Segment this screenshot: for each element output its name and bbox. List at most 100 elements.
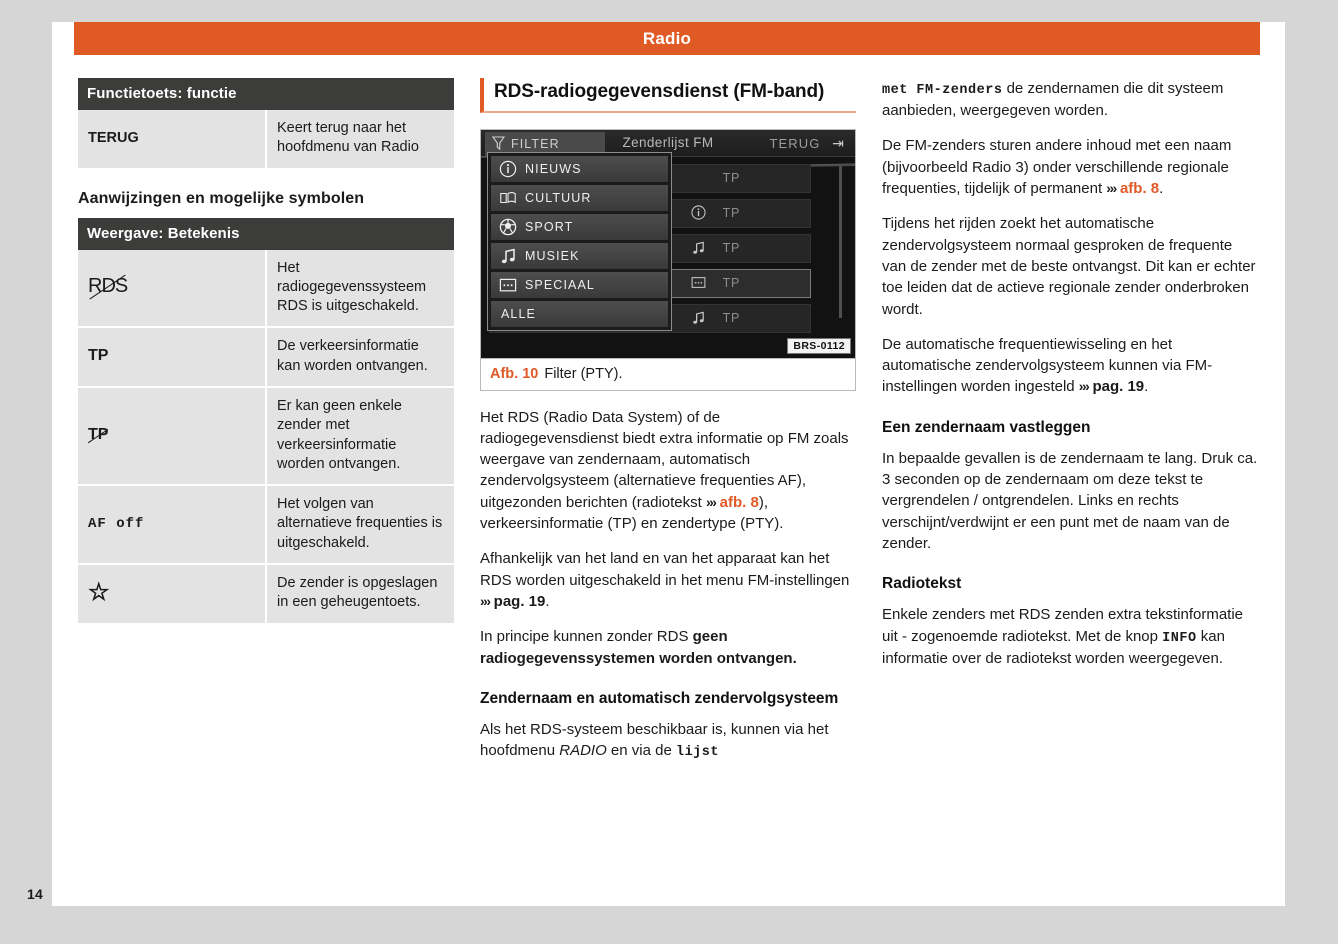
text-run: Het RDS (Radio Data System) of de radiog… <box>480 408 849 511</box>
function-keys-table: Functietoets: functie TERUG Keert terug … <box>78 78 454 168</box>
emphasis-run: lijst <box>675 745 719 761</box>
book-icon <box>499 189 517 207</box>
middle-column: RDS-radiogegevensdienst (FM-band) Zender… <box>480 78 856 878</box>
text-run: Tijdens het rijden zoekt het automatisch… <box>882 215 1256 318</box>
emphasis-run: INFO <box>1162 630 1197 646</box>
paragraph: De FM-zenders sturen andere inhoud met e… <box>882 135 1258 199</box>
symbols-subheading: Aanwijzingen en mogelijke symbolen <box>78 189 365 207</box>
figure-code-badge: BRS-0112 <box>787 337 851 354</box>
paragraph: Het RDS (Radio Data System) of de radiog… <box>480 407 856 535</box>
back-label: TERUG <box>769 135 821 151</box>
heading-zendernaam-vastleggen: Een zendernaam vastleggen <box>882 418 1091 436</box>
text-run: . <box>545 592 550 610</box>
paragraph: Tijdens het rijden zoekt het automatisch… <box>882 213 1258 319</box>
text-run: De FM-zenders sturen andere inhoud met e… <box>882 137 1232 198</box>
back-arrow-icon: ⇥ <box>832 134 845 151</box>
paragraph: Afhankelijk van het land en van het appa… <box>480 548 856 612</box>
emphasis-run: pag. 19 <box>1088 378 1145 396</box>
emphasis-run: ››› <box>480 592 491 609</box>
paragraph: Als het RDS-systeem beschikbaar is, kunn… <box>480 719 856 762</box>
table-row: ☆ De zender is opgeslagen in een geheuge… <box>78 563 454 623</box>
figure-caption-text: Filter (PTY). <box>544 365 623 382</box>
menu-item-sport[interactable]: SPORT <box>491 213 668 240</box>
symbol-desc: Er kan geen enkele zender met verkeersin… <box>266 386 454 487</box>
emphasis-run: ››› <box>1106 180 1117 197</box>
text-run: . <box>1159 180 1164 198</box>
symbols-table-header: Weergave: Betekenis <box>78 217 454 250</box>
head-unit-screenshot: Zenderlijst FM FILTER TERUG ⇥ TP TP TP T… <box>481 129 855 358</box>
menu-item-musiek[interactable]: MUSIEK <box>491 242 668 269</box>
dots-box-icon <box>691 275 706 293</box>
symbols-table-body: RDS Het radiogegevenssysteem RDS is uitg… <box>78 249 454 623</box>
menu-item-cultuur[interactable]: CULTUUR <box>491 184 668 211</box>
menu-item-label: SPECIAAL <box>525 277 595 292</box>
text-run: In principe kunnen zonder RDS <box>480 628 693 646</box>
section-heading-text: RDS-radiogegevensdienst (FM-band) <box>494 81 825 102</box>
rds-struck-icon: RDS <box>88 274 128 300</box>
text-run: . <box>1144 378 1149 396</box>
menu-item-label: ALLE <box>501 306 536 321</box>
table-row: AF off Het volgen van alternatieve frequ… <box>78 485 454 565</box>
info-circle-icon <box>499 160 517 178</box>
filter-tab-label: FILTER <box>511 136 560 151</box>
symbol-cell-tp-off: TP <box>78 386 267 487</box>
heading-radiotekst: Radiotekst <box>882 575 962 593</box>
head-unit-back-button[interactable]: TERUG ⇥ <box>769 130 845 156</box>
symbols-table: Weergave: Betekenis RDS Het radiogegeven… <box>78 217 454 623</box>
af-off-label: AF off <box>88 516 145 533</box>
tp-badge: TP <box>722 205 740 220</box>
symbol-cell-tp: TP <box>78 327 267 388</box>
text-run: In bepaalde gevallen is de zendernaam te… <box>882 449 1258 553</box>
text-run: en via de <box>606 742 676 760</box>
tp-badge: TP <box>722 240 740 255</box>
paragraph: met FM-zenders de zendernamen die dit sy… <box>882 78 1258 121</box>
table-row: RDS Het radiogegevenssysteem RDS is uitg… <box>78 249 454 329</box>
heading-zendernaam: Zendernaam en automatisch zendervolgsyst… <box>480 689 839 707</box>
music-note-icon <box>499 247 517 265</box>
emphasis-run: RADIO <box>559 742 607 760</box>
symbol-cell-af-off: AF off <box>78 485 267 565</box>
function-keys-table-header: Functietoets: functie <box>78 78 454 110</box>
filter-dropdown-menu: NIEUWS CULTUUR SPORT MUSIEK SPECIAAL ALL… <box>487 151 672 331</box>
dots-box-icon <box>499 276 517 294</box>
tp-badge: TP <box>722 170 740 185</box>
emphasis-run: met FM-zenders <box>882 83 1003 98</box>
function-key-label: TERUG <box>78 110 267 168</box>
menu-item-alle[interactable]: ALLE <box>491 300 668 327</box>
emphasis-run: afb. 8 <box>1119 180 1160 198</box>
menu-item-label: NIEUWS <box>525 161 582 176</box>
right-column: met FM-zenders de zendernamen die dit sy… <box>882 78 1258 878</box>
tp-struck-icon: TP <box>87 425 109 443</box>
symbol-cell-star: ☆ <box>78 563 267 623</box>
page-number: 14 <box>27 886 43 902</box>
figure-caption: Afb. 10 Filter (PTY). <box>481 357 855 390</box>
music-note-icon <box>691 310 706 328</box>
menu-item-label: CULTUUR <box>525 190 592 205</box>
symbol-desc: Het volgen van alternatieve frequenties … <box>266 485 454 565</box>
symbol-desc: Het radiogegevenssysteem RDS is uitgesch… <box>266 249 454 329</box>
menu-item-speciaal[interactable]: SPECIAAL <box>491 271 668 298</box>
list-scrollbar[interactable] <box>839 163 842 318</box>
text-run: Afhankelijk van het land en van het appa… <box>480 550 850 589</box>
tp-badge: TP <box>722 275 740 290</box>
symbol-desc: De verkeersinformatie kan worden ontvang… <box>266 327 454 388</box>
function-key-desc: Keert terug naar het hoofdmenu van Radio <box>266 110 454 168</box>
menu-item-label: SPORT <box>525 219 574 234</box>
running-head-bar: Radio <box>74 22 1260 55</box>
menu-item-nieuws[interactable]: NIEUWS <box>491 155 668 182</box>
figure-10: Zenderlijst FM FILTER TERUG ⇥ TP TP TP T… <box>480 128 856 391</box>
paragraph: Enkele zenders met RDS zenden extra teks… <box>882 604 1258 669</box>
emphasis-run: afb. 8 <box>719 493 759 511</box>
running-head-title: Radio <box>642 29 692 48</box>
table-row: TERUG Keert terug naar het hoofdmenu van… <box>78 110 454 168</box>
figure-caption-label: Afb. 10 <box>490 365 539 382</box>
star-icon: ☆ <box>88 578 110 606</box>
emphasis-run: pag. 19 <box>489 592 546 610</box>
table-row: TP De verkeersinformatie kan worden ontv… <box>78 327 454 388</box>
music-note-icon <box>691 240 706 258</box>
function-keys-table-body: TERUG Keert terug naar het hoofdmenu van… <box>78 110 454 168</box>
paragraph: In bepaalde gevallen is de zendernaam te… <box>882 448 1258 554</box>
symbol-cell-rds-off: RDS <box>78 249 267 329</box>
left-column: Functietoets: functie TERUG Keert terug … <box>78 78 454 878</box>
content-columns: Functietoets: functie TERUG Keert terug … <box>78 78 1260 878</box>
